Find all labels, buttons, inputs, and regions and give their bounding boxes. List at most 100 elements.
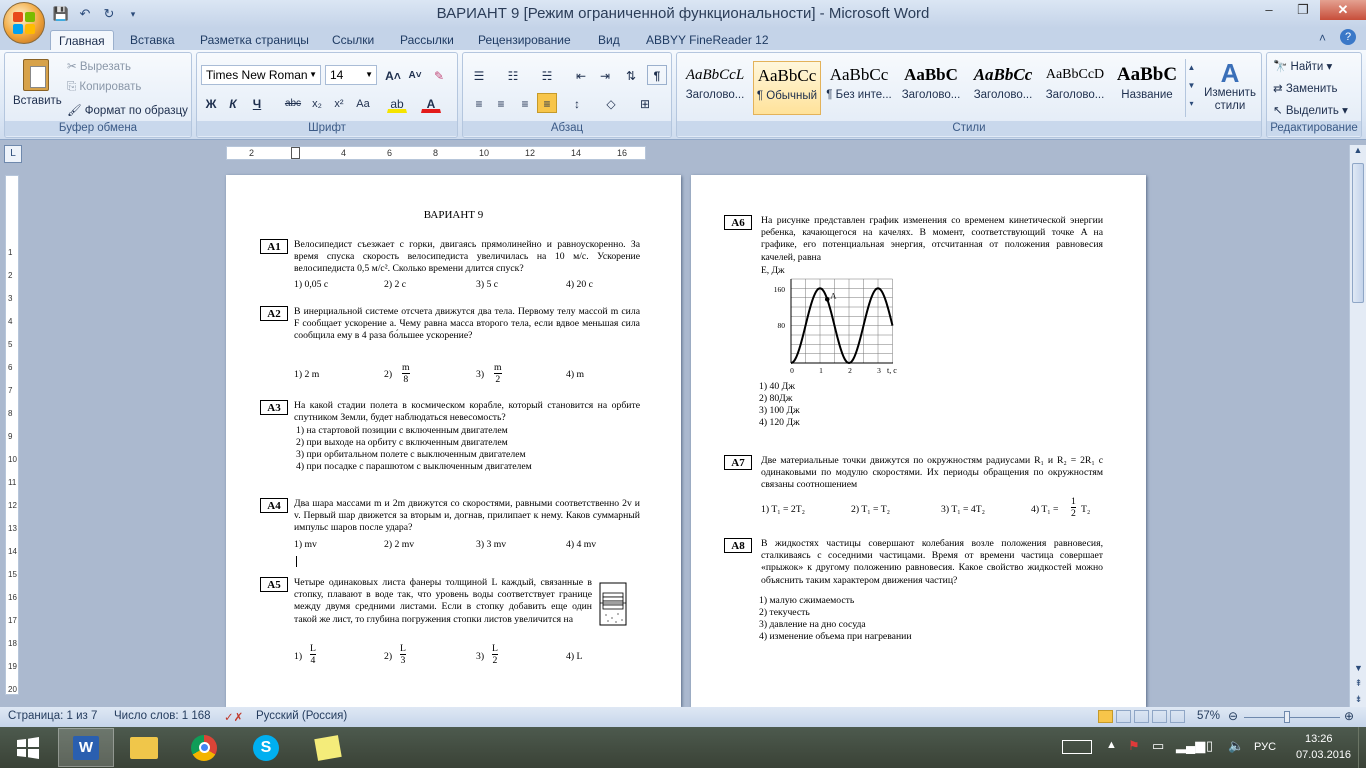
help-icon[interactable]: ? bbox=[1340, 29, 1356, 45]
clock-time[interactable]: 13:26 bbox=[1305, 733, 1333, 745]
close-button[interactable]: ✕ bbox=[1320, 0, 1366, 20]
web-layout-icon[interactable] bbox=[1134, 710, 1149, 723]
taskbar-explorer[interactable] bbox=[116, 728, 172, 767]
taskbar-word[interactable]: W bbox=[58, 728, 114, 767]
line-spacing-icon[interactable]: ↕ bbox=[567, 93, 587, 113]
volume-icon[interactable]: 🔈 bbox=[1228, 738, 1244, 754]
minimize-button[interactable]: ‒ bbox=[1252, 0, 1286, 20]
tab-insert[interactable]: Вставка bbox=[122, 30, 183, 50]
previous-page-icon[interactable]: ⇞ bbox=[1350, 678, 1366, 689]
underline-icon[interactable]: Ч bbox=[247, 93, 267, 113]
taskbar-sticky-notes[interactable] bbox=[300, 728, 356, 767]
tab-page-layout[interactable]: Разметка страницы bbox=[192, 30, 317, 50]
style-title[interactable]: AaBbC Название bbox=[1113, 61, 1181, 115]
font-family-select[interactable]: Times New Roman ▼ bbox=[201, 65, 321, 85]
tab-selector[interactable]: L bbox=[4, 145, 22, 163]
style-heading-4[interactable]: AaBbCcD Заголово... bbox=[1041, 61, 1109, 115]
sort-icon[interactable]: ⇅ bbox=[621, 65, 641, 85]
show-marks-icon[interactable]: ¶ bbox=[647, 65, 667, 85]
tab-mailings[interactable]: Рассылки bbox=[392, 30, 462, 50]
language[interactable]: Русский (Россия) bbox=[256, 710, 347, 722]
scroll-up-icon[interactable]: ▲ bbox=[1350, 145, 1366, 161]
style-heading-3[interactable]: AaBbCc Заголово... bbox=[969, 61, 1037, 115]
tab-abbyy[interactable]: ABBYY FineReader 12 bbox=[638, 30, 777, 50]
scroll-thumb[interactable] bbox=[1352, 163, 1364, 303]
justify-icon[interactable]: ≡ bbox=[537, 93, 557, 113]
office-button[interactable] bbox=[3, 2, 45, 44]
full-screen-reading-icon[interactable] bbox=[1116, 710, 1131, 723]
font-color-icon[interactable]: A bbox=[421, 93, 441, 113]
clock-date[interactable]: 07.03.2016 bbox=[1296, 749, 1351, 761]
next-page-icon[interactable]: ⇟ bbox=[1350, 694, 1366, 705]
decrease-indent-icon[interactable]: ⇤ bbox=[571, 65, 591, 85]
zoom-slider-thumb[interactable] bbox=[1283, 711, 1290, 723]
word-count[interactable]: Число слов: 1 168 bbox=[114, 710, 211, 722]
taskbar-skype[interactable]: S bbox=[238, 728, 294, 767]
style-no-spacing[interactable]: AaBbCc ¶ Без инте... bbox=[825, 61, 893, 115]
draft-icon[interactable] bbox=[1170, 710, 1185, 723]
find-button[interactable]: 🔭 Найти ▾ bbox=[1273, 59, 1332, 73]
change-styles-button[interactable]: A Изменить стили bbox=[1201, 59, 1259, 113]
grow-font-icon[interactable]: A˄ bbox=[383, 65, 403, 85]
change-case-icon[interactable]: Aa bbox=[353, 93, 373, 113]
page-count[interactable]: Страница: 1 из 7 bbox=[8, 710, 97, 722]
increase-indent-icon[interactable]: ⇥ bbox=[595, 65, 615, 85]
print-layout-icon[interactable] bbox=[1098, 710, 1113, 723]
tab-view[interactable]: Вид bbox=[590, 30, 628, 50]
clear-format-icon[interactable]: ✎ bbox=[429, 65, 449, 85]
show-desktop-button[interactable] bbox=[1358, 727, 1366, 768]
vertical-ruler[interactable]: 12345678910111213141516171819202122 bbox=[5, 175, 19, 740]
copy-button[interactable]: ⎘ Копировать bbox=[67, 81, 141, 94]
scroll-down-icon[interactable]: ▼ bbox=[1350, 663, 1366, 673]
strikethrough-icon[interactable]: abc bbox=[283, 93, 303, 113]
start-button[interactable] bbox=[0, 728, 56, 767]
multilevel-list-icon[interactable]: ☵ bbox=[537, 65, 557, 85]
horizontal-ruler[interactable]: 2246810121416 bbox=[226, 146, 646, 160]
select-button[interactable]: ↖ Выделить ▾ bbox=[1273, 103, 1348, 117]
tab-references[interactable]: Ссылки bbox=[324, 30, 382, 50]
paste-button[interactable]: Вставить bbox=[13, 57, 62, 117]
zoom-slider[interactable] bbox=[1244, 717, 1340, 718]
keyboard-icon[interactable] bbox=[1062, 740, 1092, 754]
battery-icon[interactable]: ▯ bbox=[1206, 738, 1213, 754]
vertical-scrollbar[interactable]: ▲ ▼ ⇞ ⇟ bbox=[1349, 145, 1366, 707]
align-center-icon[interactable]: ≡ bbox=[491, 93, 511, 113]
shading-icon[interactable]: ◇ bbox=[601, 93, 621, 113]
bullets-icon[interactable]: ☰ bbox=[469, 65, 489, 85]
taskbar-chrome[interactable] bbox=[176, 728, 232, 767]
style-normal[interactable]: AaBbCc ¶ Обычный bbox=[753, 61, 821, 115]
style-heading-1[interactable]: AaBbCcL Заголово... bbox=[681, 61, 749, 115]
format-painter-button[interactable]: 🖌 Формат по образцу bbox=[67, 103, 188, 117]
network-icon[interactable]: ▭ bbox=[1152, 738, 1164, 754]
document-page-1[interactable]: ВАРИАНТ 9 А1 Велосипедист съезжает с гор… bbox=[226, 175, 681, 707]
highlight-icon[interactable]: ab bbox=[387, 93, 407, 113]
zoom-in-icon[interactable]: ⊕ bbox=[1344, 709, 1354, 723]
borders-icon[interactable]: ⊞ bbox=[635, 93, 655, 113]
indent-marker[interactable] bbox=[291, 147, 300, 159]
show-hidden-icons[interactable]: ▲ bbox=[1106, 739, 1117, 751]
outline-icon[interactable] bbox=[1152, 710, 1167, 723]
tab-review[interactable]: Рецензирование bbox=[470, 30, 579, 50]
bold-icon[interactable]: Ж bbox=[201, 93, 221, 113]
maximize-button[interactable]: ❐ bbox=[1286, 0, 1320, 20]
ribbon-minimize-icon[interactable]: ˄ bbox=[1319, 31, 1326, 45]
italic-icon[interactable]: К bbox=[223, 93, 243, 113]
input-language[interactable]: РУС bbox=[1254, 741, 1276, 753]
numbering-icon[interactable]: ☷ bbox=[503, 65, 523, 85]
zoom-out-icon[interactable]: ⊖ bbox=[1228, 709, 1238, 723]
shrink-font-icon[interactable]: A˅ bbox=[405, 65, 425, 85]
styles-scroll[interactable]: ▲ ▼ ▾ bbox=[1185, 59, 1197, 117]
align-right-icon[interactable]: ≡ bbox=[515, 93, 535, 113]
zoom-level[interactable]: 57% bbox=[1197, 710, 1220, 722]
replace-button[interactable]: ⇄ Заменить bbox=[1273, 81, 1338, 95]
superscript-icon[interactable]: x² bbox=[329, 93, 349, 113]
font-size-select[interactable]: 14 ▼ bbox=[325, 65, 377, 85]
cut-button[interactable]: ✂ Вырезать bbox=[67, 59, 131, 73]
style-heading-2[interactable]: AaBbC Заголово... bbox=[897, 61, 965, 115]
subscript-icon[interactable]: x₂ bbox=[307, 93, 327, 113]
document-page-2[interactable]: А6 На рисунке представлен график изменен… bbox=[691, 175, 1146, 707]
tab-home[interactable]: Главная bbox=[50, 30, 114, 50]
signal-icon[interactable]: ▂▄▆ bbox=[1176, 738, 1205, 754]
align-left-icon[interactable]: ≡ bbox=[469, 93, 489, 113]
action-center-icon[interactable]: ⚑ bbox=[1128, 738, 1140, 754]
